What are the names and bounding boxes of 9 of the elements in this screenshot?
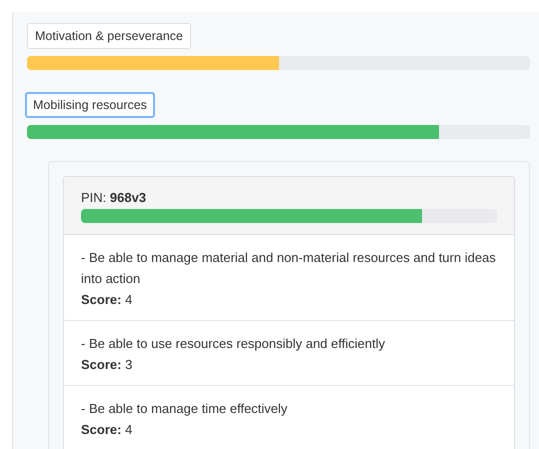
competence-description: - Be able to manage material and non-material resources and turn ideas into action [81,249,497,288]
score-label: Score: 4 [81,421,134,439]
competence-description: - Be able to use resources responsibly and efficiently [81,335,386,353]
pin-label: PIN: 968v3 [81,190,148,205]
competence-button[interactable]: Motivation & perseverance [27,23,191,49]
competence-description: - Be able to manage time effectively [81,400,288,418]
competence-button[interactable]: Mobilising resources [25,92,155,118]
score-label: Score: 4 [81,291,134,309]
score-label: Score: 3 [81,356,134,374]
